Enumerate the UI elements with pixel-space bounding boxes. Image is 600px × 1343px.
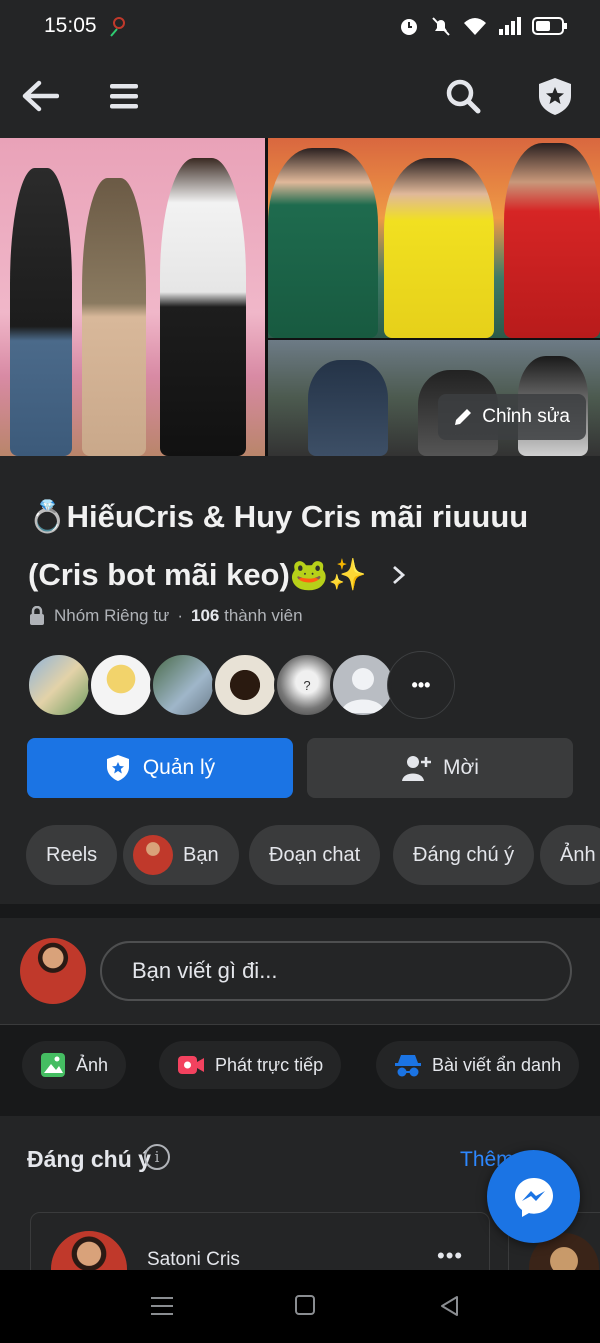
messenger-button[interactable] [487, 1150, 580, 1243]
chip-friends[interactable]: Bạn [123, 825, 239, 885]
default-avatar-icon [341, 668, 385, 713]
member-avatar[interactable] [26, 652, 92, 718]
photo-post-label: Ảnh [76, 1054, 109, 1075]
chip-chats[interactable]: Đoạn chat [249, 825, 381, 885]
featured-card[interactable]: Satoni Cris ••• [30, 1212, 490, 1270]
recent-apps-icon[interactable] [150, 1294, 174, 1318]
admin-shield-icon[interactable] [533, 74, 577, 118]
friend-avatar [133, 835, 173, 875]
member-label: thành viên [224, 606, 303, 625]
member-avatar[interactable] [212, 652, 278, 718]
member-avatar[interactable] [88, 652, 154, 718]
tab-chips: Reels Bạn Đoạn chat Đáng chú ý Ảnh [26, 825, 600, 885]
anonymous-post-button[interactable]: Bài viết ẩn danh [376, 1041, 580, 1089]
signal-icon [499, 17, 521, 35]
anonymous-post-label: Bài viết ẩn danh [432, 1054, 562, 1075]
manage-button[interactable]: Quản lý [27, 738, 293, 798]
featured-author-name[interactable]: Satoni Cris [147, 1249, 240, 1270]
invite-label: Mời [443, 756, 479, 779]
admin-shield-icon [106, 755, 129, 781]
member-avatar[interactable] [150, 652, 216, 718]
status-icons [398, 15, 568, 37]
alarm-icon [401, 19, 417, 35]
top-nav [0, 56, 600, 138]
lock-icon [30, 606, 44, 625]
member-avatar[interactable] [330, 652, 396, 718]
cover-photo[interactable]: Chỉnh sửa [0, 138, 600, 456]
member-count: 106 [191, 606, 220, 625]
invite-button[interactable]: Mời [307, 738, 573, 798]
battery-icon [532, 17, 567, 35]
cover-photo-top-right [268, 138, 600, 338]
messenger-icon [514, 1177, 553, 1217]
home-icon[interactable] [294, 1294, 316, 1316]
group-title-text: 💍HiếuCris & Huy Cris mãi riuuuu (Cris bo… [28, 499, 529, 592]
incognito-icon [395, 1055, 421, 1077]
back-triangle-icon[interactable] [438, 1294, 460, 1318]
menu-icon[interactable] [102, 74, 146, 118]
group-title[interactable]: 💍HiếuCris & Huy Cris mãi riuuuu (Cris bo… [28, 488, 578, 604]
chip-photos[interactable]: Ảnh [540, 825, 600, 885]
live-post-label: Phát trực tiếp [215, 1054, 324, 1075]
featured-avatar[interactable] [51, 1231, 127, 1270]
chip-featured[interactable]: Đáng chú ý [393, 825, 535, 885]
add-person-icon [402, 756, 432, 781]
info-icon[interactable]: i [144, 1144, 170, 1170]
meta-separator: · [177, 606, 183, 625]
section-divider [0, 904, 600, 918]
more-options-icon[interactable]: ••• [437, 1243, 463, 1269]
chip-friends-label: Bạn [183, 843, 219, 866]
photo-icon [41, 1053, 65, 1077]
composer-input[interactable]: Bạn viết gì đi... [100, 941, 572, 1001]
edit-cover-button[interactable]: Chỉnh sửa [438, 394, 586, 440]
system-nav-bar [0, 1270, 600, 1343]
group-meta: Nhóm Riêng tư · 106 thành viên [28, 606, 303, 626]
status-bar: 15:05 [0, 0, 600, 56]
status-time: 15:05 [44, 14, 97, 37]
back-arrow-icon[interactable] [18, 74, 62, 118]
search-icon[interactable] [441, 74, 485, 118]
live-post-button[interactable]: Phát trực tiếp [159, 1041, 342, 1089]
post-actions: Ảnh Phát trực tiếp Bài viết ẩn danh [0, 1024, 600, 1102]
more-members-button[interactable]: ••• [388, 652, 454, 718]
chip-reels[interactable]: Reels [26, 825, 118, 885]
wifi-icon [464, 18, 486, 35]
chevron-right-icon [392, 565, 405, 585]
post-composer: Bạn viết gì đi... [0, 918, 600, 1024]
cover-photo-left [0, 138, 265, 456]
pencil-icon [455, 409, 472, 425]
person-location-icon [110, 17, 125, 37]
edit-cover-label: Chỉnh sửa [482, 406, 570, 427]
section-divider [0, 1102, 600, 1116]
user-avatar[interactable] [20, 938, 86, 1004]
photo-post-button[interactable]: Ảnh [22, 1041, 127, 1089]
manage-label: Quản lý [142, 756, 216, 779]
mute-icon [432, 17, 450, 36]
featured-title: Đáng chú ý [27, 1146, 151, 1172]
live-video-icon [178, 1056, 204, 1074]
privacy-label: Nhóm Riêng tư [54, 606, 170, 625]
